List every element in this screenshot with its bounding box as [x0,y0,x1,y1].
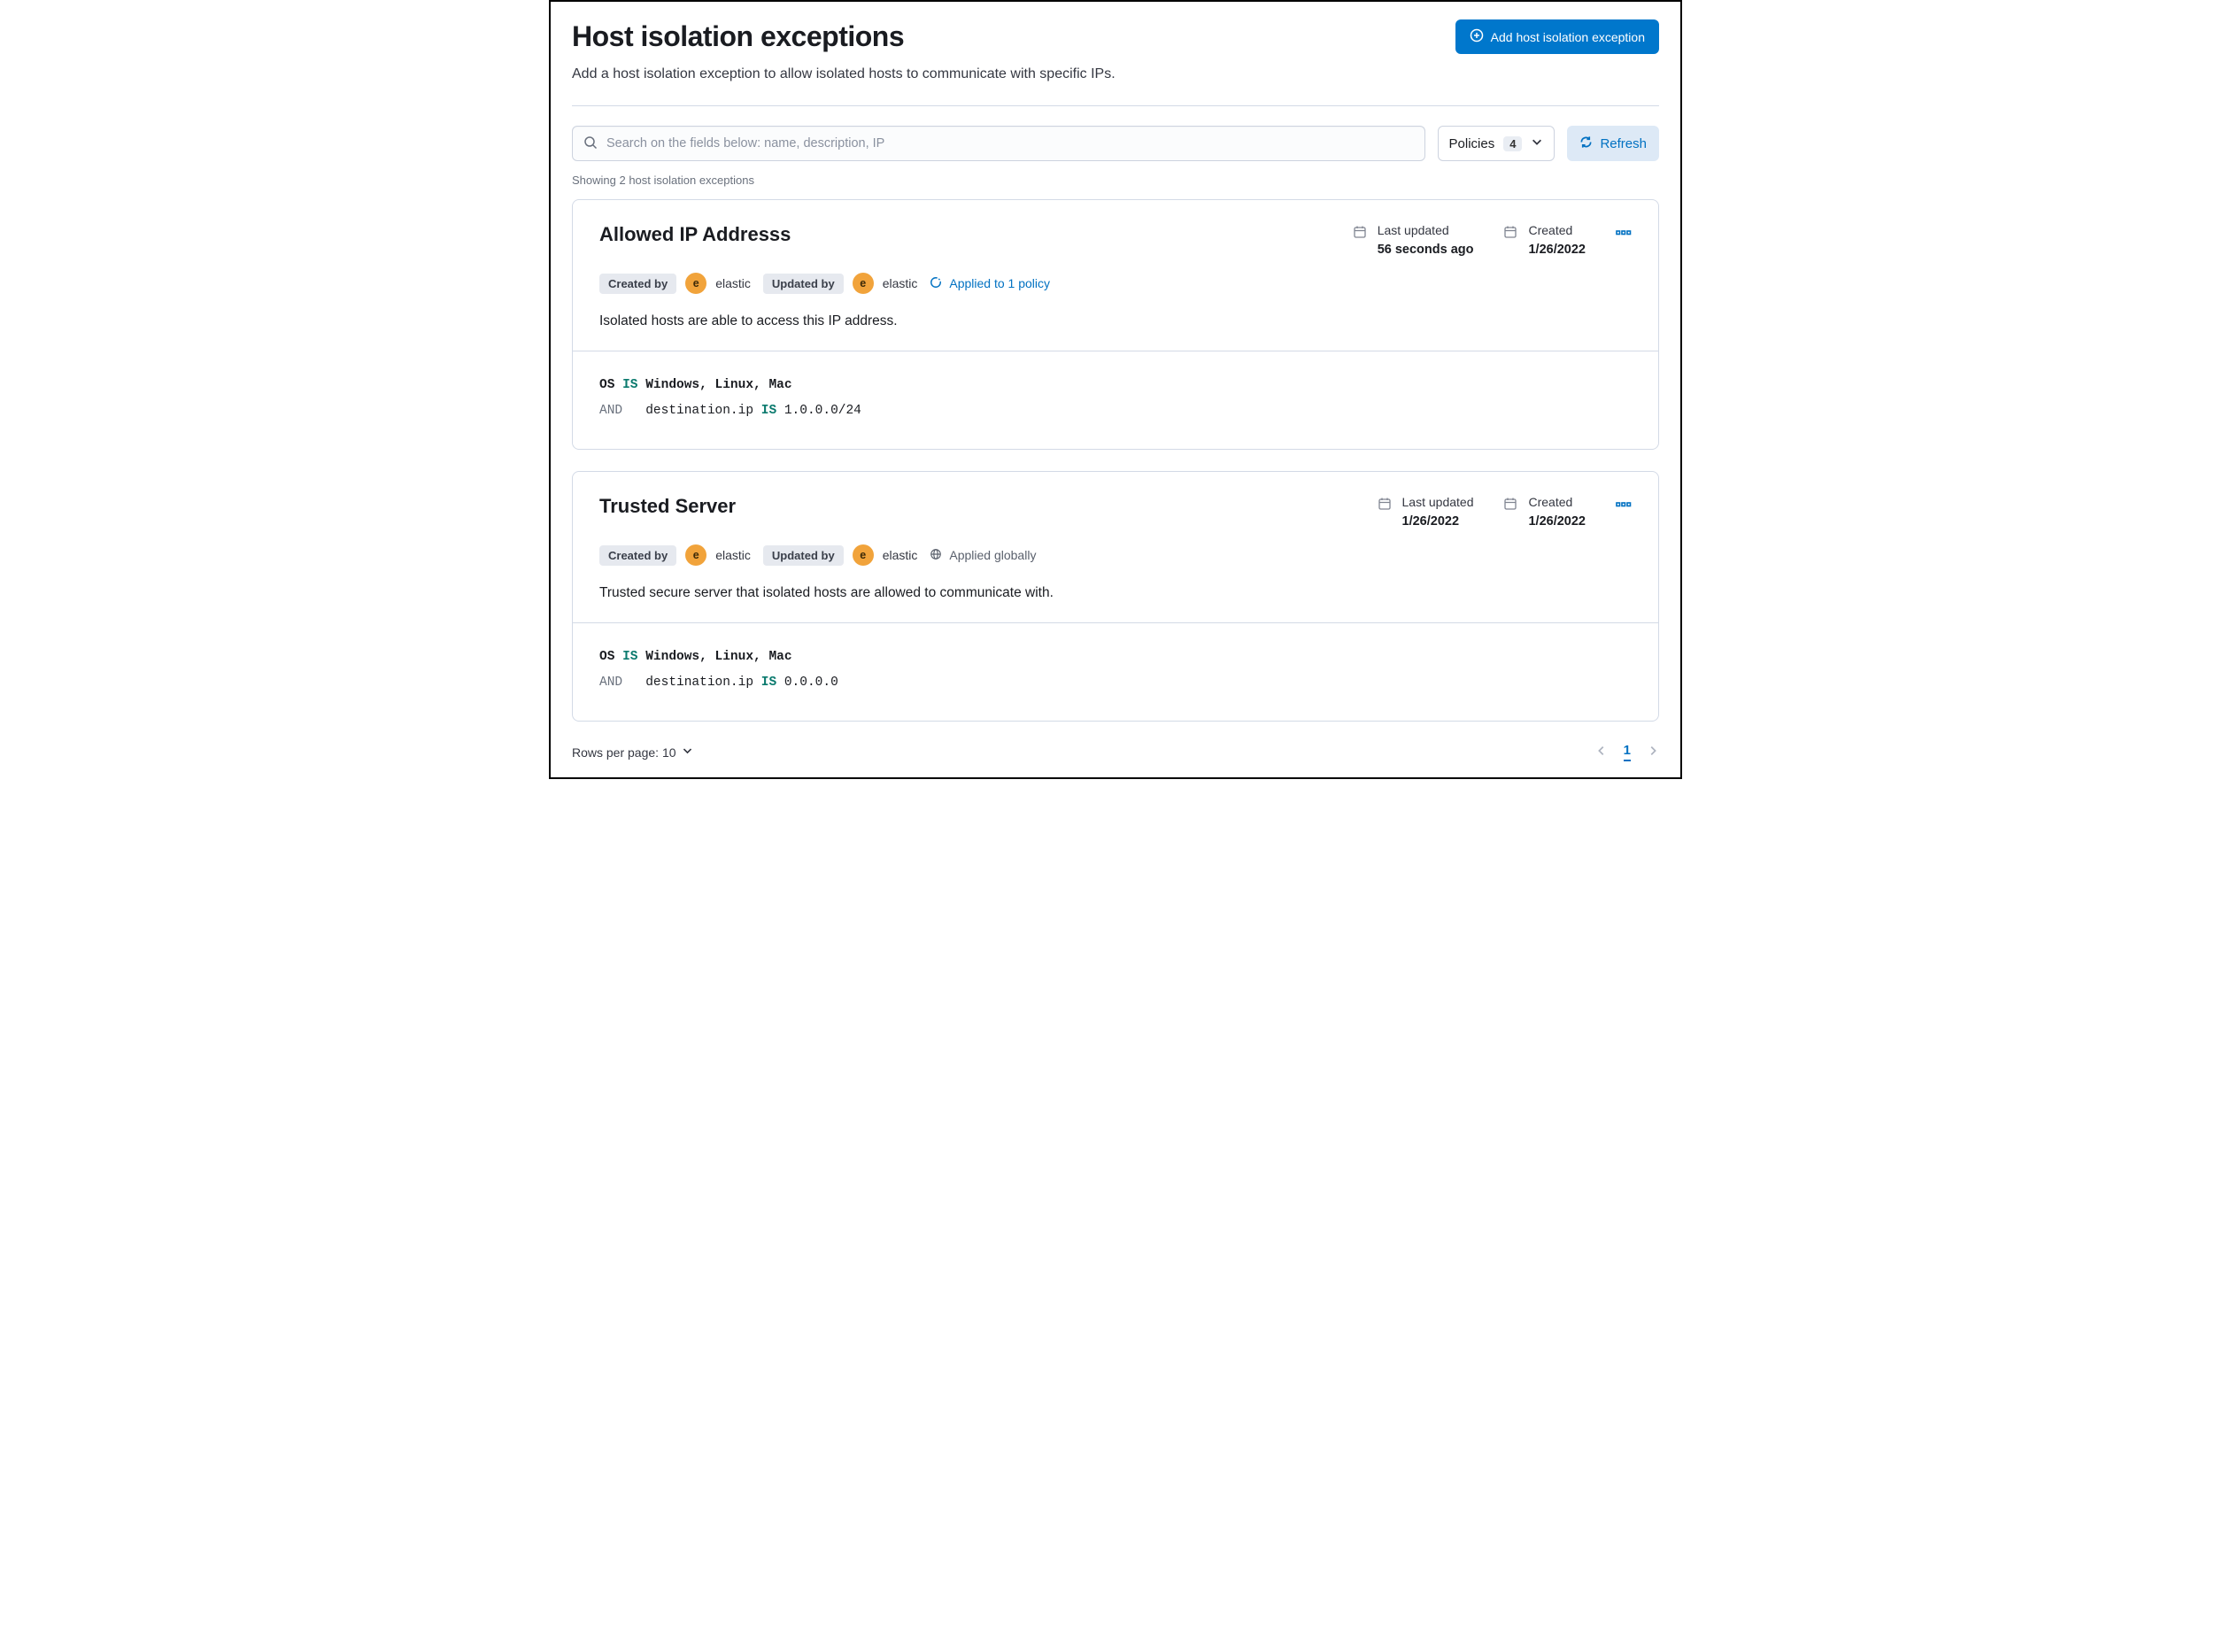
updated-by-pill: Updated by [763,545,844,566]
rule-and: AND [599,675,622,690]
card-description: Trusted secure server that isolated host… [599,585,1632,601]
rule-op: IS [622,378,637,392]
applied-text: Applied globally [949,548,1036,562]
policies-count: 4 [1503,136,1522,151]
created-by-pill: Created by [599,545,676,566]
results-count-text: Showing 2 host isolation exceptions [572,174,1659,187]
rule-op: IS [622,650,637,664]
divider [572,105,1659,106]
created-label: Created [1528,223,1586,237]
created-value: 1/26/2022 [1528,514,1586,529]
created-value: 1/26/2022 [1528,243,1586,257]
applied-text: Applied to 1 policy [949,276,1050,290]
search-input[interactable] [598,136,1414,151]
avatar: e [853,273,874,294]
rows-per-page-label: Rows per page: 10 [572,745,676,760]
updated-by-user: elastic [883,548,918,562]
rule-and: AND [599,404,622,418]
updated-by-user: elastic [883,276,918,290]
next-page-button[interactable] [1647,745,1659,760]
refresh-label: Refresh [1600,136,1647,151]
rule-value: 1.0.0.0/24 [784,404,861,418]
rule-block: OS IS Windows, Linux, Mac AND destinatio… [573,351,1658,449]
avatar: e [685,273,706,294]
last-updated-value: 56 seconds ago [1378,243,1474,257]
exception-card: Trusted Server Last updated 1/26/2022 [572,471,1659,722]
rows-per-page-button[interactable]: Rows per page: 10 [572,745,693,760]
created-label: Created [1528,495,1586,509]
globe-icon [930,548,942,563]
created-by-user: elastic [715,548,751,562]
rule-field: OS [599,378,614,392]
calendar-icon [1378,495,1392,513]
card-actions-button[interactable] [1616,223,1632,241]
card-title: Trusted Server [599,495,736,518]
rule-field: OS [599,650,614,664]
applied-globally: Applied globally [930,548,1036,563]
rule-field: destination.ip [645,675,753,690]
refresh-button[interactable]: Refresh [1567,126,1659,161]
chevron-down-icon [1531,135,1543,151]
partial-icon [930,276,942,291]
calendar-icon [1353,223,1367,242]
policies-filter-button[interactable]: Policies 4 [1438,126,1556,161]
rule-op: IS [761,404,776,418]
page-subtitle: Add a host isolation exception to allow … [572,66,1659,82]
pagination: 1 [1595,743,1659,761]
updated-by-pill: Updated by [763,274,844,294]
created-by-pill: Created by [599,274,676,294]
last-updated-label: Last updated [1402,495,1474,509]
card-description: Isolated hosts are able to access this I… [599,313,1632,329]
card-actions-button[interactable] [1616,495,1632,513]
calendar-icon [1503,495,1517,513]
refresh-icon [1579,135,1593,152]
rule-value: Windows, Linux, Mac [645,378,791,392]
rule-value: Windows, Linux, Mac [645,650,791,664]
add-exception-label: Add host isolation exception [1491,30,1645,44]
rule-block: OS IS Windows, Linux, Mac AND destinatio… [573,622,1658,721]
applied-policy-link[interactable]: Applied to 1 policy [930,276,1050,291]
search-box[interactable] [572,126,1425,161]
avatar: e [685,544,706,566]
rule-field: destination.ip [645,404,753,418]
rule-op: IS [761,675,776,690]
calendar-icon [1503,223,1517,242]
current-page[interactable]: 1 [1624,743,1631,761]
created-by-user: elastic [715,276,751,290]
add-exception-button[interactable]: Add host isolation exception [1455,19,1659,54]
policies-label: Policies [1449,136,1495,151]
plus-circle-icon [1470,28,1484,45]
chevron-down-icon [682,745,693,760]
avatar: e [853,544,874,566]
rule-value: 0.0.0.0 [784,675,838,690]
search-icon [583,135,598,152]
last-updated-value: 1/26/2022 [1402,514,1474,529]
exception-card: Allowed IP Addresss Last updated 56 seco… [572,199,1659,450]
prev-page-button[interactable] [1595,745,1608,760]
card-title: Allowed IP Addresss [599,223,791,246]
last-updated-label: Last updated [1378,223,1474,237]
page-title: Host isolation exceptions [572,20,904,53]
